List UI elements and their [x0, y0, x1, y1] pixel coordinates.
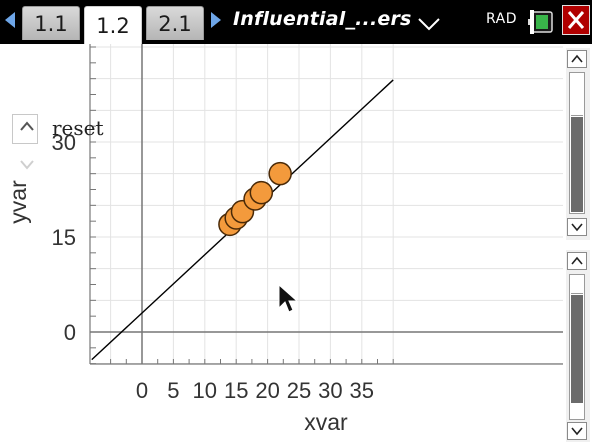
previous-page-arrow-icon[interactable] [5, 12, 15, 28]
chevron-up-icon[interactable] [16, 112, 38, 142]
graph-scrollbar[interactable] [566, 48, 590, 240]
tab-1-2[interactable]: 1.2 [84, 6, 142, 44]
scroll-up-button[interactable] [567, 50, 587, 68]
secondary-scrollbar[interactable] [566, 250, 590, 442]
x-tick-label: 25 [287, 378, 311, 403]
data-point [268, 161, 292, 186]
close-icon[interactable] [562, 5, 590, 35]
x-tick-label: 15 [224, 378, 248, 403]
data-point [249, 180, 274, 205]
document-title[interactable]: Influential_...ers [233, 8, 412, 30]
battery-icon [528, 10, 553, 34]
x-tick-label: 10 [193, 378, 217, 403]
scatter-plot[interactable]: 0 5 10 15 20 25 30 3501530xvaryvar [0, 44, 563, 444]
tab-1-1[interactable]: 1.1 [22, 6, 80, 40]
graph-panel[interactable]: 0 5 10 15 20 25 30 35 0 15 30 xvar yvar reset [0, 44, 563, 444]
tab-2-1[interactable]: 2.1 [146, 6, 204, 40]
scroll-track-space [571, 74, 583, 116]
angle-mode-indicator: RAD [486, 11, 518, 27]
top-bar: 1.1 1.2 2.1 Influential_...ers RAD [0, 0, 592, 44]
scroll-down-button[interactable] [567, 218, 587, 236]
x-axis-title: xvar [304, 409, 348, 435]
x-tick-label: 35 [350, 378, 374, 403]
x-tick-label: 5 [167, 378, 179, 403]
scroll-track-space-2 [571, 276, 583, 294]
y-axis-title: yvar [5, 180, 31, 224]
x-tick-label: 30 [318, 378, 342, 403]
reset-label[interactable]: reset [52, 116, 104, 140]
x-tick-label: 0 [136, 378, 148, 403]
scroll-down-button-2[interactable] [567, 422, 587, 440]
x-tick-label: 20 [255, 378, 279, 403]
y-tick-label: 0 [64, 320, 76, 345]
document-menu-chevron-down-icon[interactable] [418, 17, 440, 31]
chevron-down-icon[interactable] [16, 154, 38, 178]
scroll-track-2[interactable] [569, 274, 585, 420]
scroll-track[interactable] [569, 72, 585, 214]
next-page-arrow-icon[interactable] [211, 12, 221, 28]
scroll-thumb-2[interactable] [571, 295, 583, 403]
mouse-pointer-icon [278, 284, 298, 313]
y-tick-label: 15 [52, 225, 76, 250]
scroll-up-button-2[interactable] [567, 252, 587, 270]
scroll-thumb[interactable] [571, 117, 583, 212]
